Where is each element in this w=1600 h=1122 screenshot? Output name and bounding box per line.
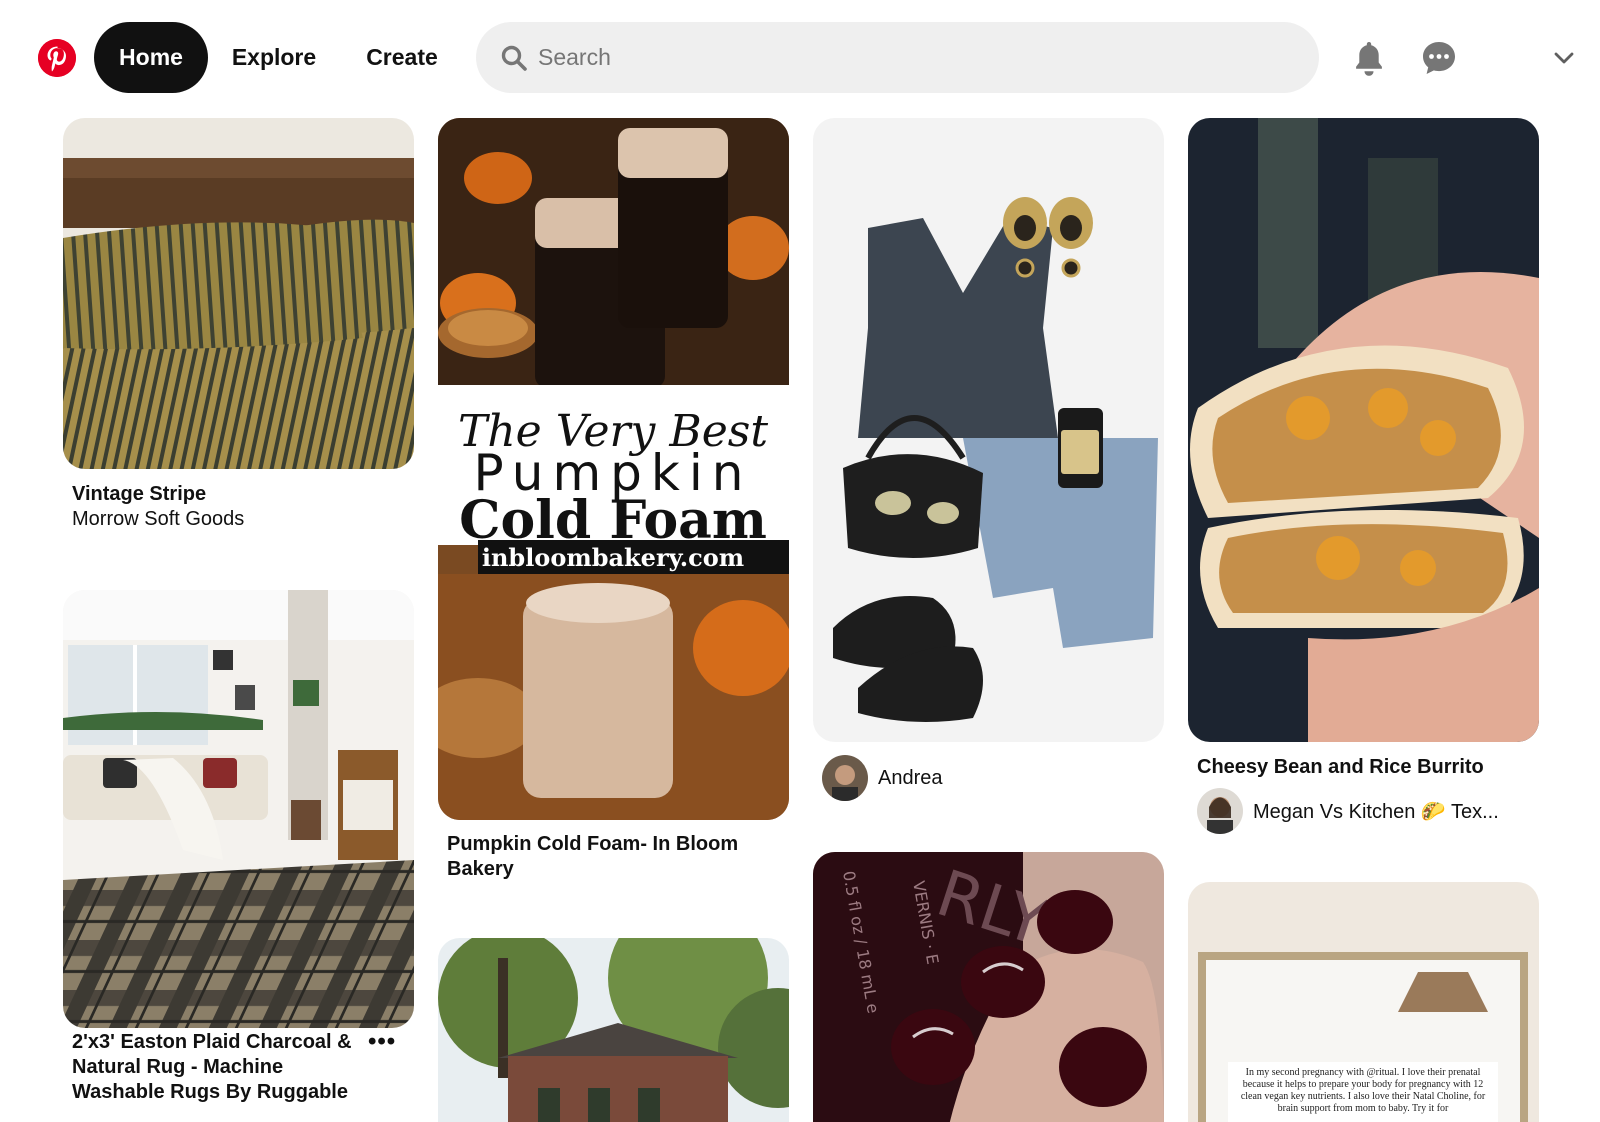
pin-image-url-text: inbloombakery.com bbox=[482, 543, 744, 572]
pin-easton-plaid-rug[interactable]: 2'x3' Easton Plaid Charcoal & Natural Ru… bbox=[63, 590, 414, 1120]
search-bar[interactable] bbox=[476, 22, 1319, 93]
nav-create-link[interactable]: Create bbox=[352, 22, 452, 93]
top-nav-bar: Home Explore Create bbox=[0, 0, 1600, 116]
pin-image-outfit-collage[interactable] bbox=[813, 118, 1164, 742]
pin-outfit-collage[interactable]: Andrea bbox=[813, 118, 1164, 808]
more-options-icon[interactable]: ••• bbox=[368, 1028, 396, 1056]
chat-icon[interactable] bbox=[1420, 39, 1458, 77]
creator-avatar[interactable] bbox=[822, 755, 868, 801]
pin-image-pumpkin-cold-foam[interactable]: The Very Best Pumpkin Cold Foam inbloomb… bbox=[438, 118, 789, 820]
pin-cheesy-burrito[interactable]: Cheesy Bean and Rice Burrito Megan Vs Ki… bbox=[1188, 118, 1539, 838]
pin-title[interactable]: Cheesy Bean and Rice Burrito bbox=[1197, 755, 1497, 780]
pin-image-caption-text: In my second pregnancy with @ritual. I l… bbox=[1240, 1067, 1486, 1114]
pin-brick-house[interactable] bbox=[438, 938, 789, 1122]
bell-icon[interactable] bbox=[1350, 39, 1388, 77]
pin-creator[interactable]: Andrea bbox=[822, 755, 943, 801]
pin-vintage-stripe[interactable]: Vintage Stripe Morrow Soft Goods bbox=[63, 118, 414, 538]
pin-title[interactable]: Vintage Stripe bbox=[72, 482, 372, 507]
pinterest-p-icon bbox=[38, 39, 76, 77]
pin-subtitle[interactable]: Morrow Soft Goods bbox=[72, 507, 244, 532]
pinterest-logo[interactable] bbox=[38, 39, 76, 77]
pin-pumpkin-cold-foam[interactable]: The Very Best Pumpkin Cold Foam inbloomb… bbox=[438, 118, 789, 888]
pin-image-brick-house-trees[interactable] bbox=[438, 938, 789, 1122]
creator-name[interactable]: Megan Vs Kitchen 🌮 Tex... bbox=[1253, 799, 1499, 824]
creator-name[interactable]: Andrea bbox=[878, 767, 943, 790]
chevron-down-icon[interactable] bbox=[1552, 46, 1576, 70]
pin-image-dark-nails[interactable]: RLY VERNIS · E 0.5 fl oz / 18 mL e bbox=[813, 852, 1164, 1122]
search-icon bbox=[501, 45, 527, 71]
nav-home-button[interactable]: Home bbox=[94, 22, 208, 93]
pin-ritual-prenatal[interactable]: In my second pregnancy with @ritual. I l… bbox=[1188, 882, 1539, 1122]
pin-title[interactable]: 2'x3' Easton Plaid Charcoal & Natural Ru… bbox=[72, 1030, 362, 1105]
pin-image-striped-bedding[interactable] bbox=[63, 118, 414, 469]
nav-explore-link[interactable]: Explore bbox=[222, 22, 326, 93]
pin-dark-nail-polish[interactable]: RLY VERNIS · E 0.5 fl oz / 18 mL e bbox=[813, 852, 1164, 1122]
pin-creator[interactable]: Megan Vs Kitchen 🌮 Tex... bbox=[1197, 788, 1499, 834]
pin-image-burrito[interactable] bbox=[1188, 118, 1539, 742]
pin-image-plaid-rug-living-room[interactable] bbox=[63, 590, 414, 1028]
creator-avatar[interactable] bbox=[1197, 788, 1243, 834]
search-input[interactable] bbox=[538, 44, 1298, 71]
pin-title[interactable]: Pumpkin Cold Foam- In Bloom Bakery bbox=[447, 832, 767, 882]
